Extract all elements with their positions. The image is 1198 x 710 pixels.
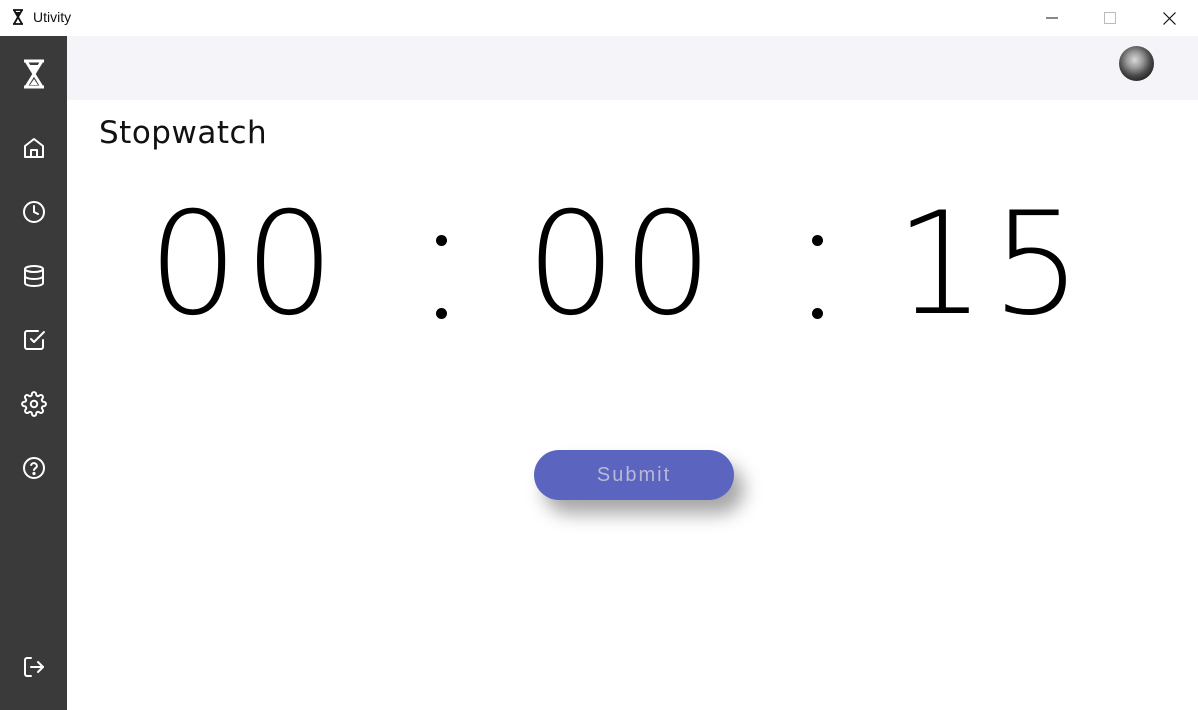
- sidebar-item-database[interactable]: [0, 256, 67, 296]
- minimize-icon: [1046, 17, 1058, 19]
- top-header: [67, 36, 1198, 100]
- checkbox-icon: [23, 330, 45, 350]
- sidebar: [0, 36, 67, 710]
- gear-icon: [20, 391, 47, 417]
- clock-icon: [22, 201, 45, 223]
- sidebar-item-help[interactable]: [0, 448, 67, 488]
- database-icon: [23, 265, 44, 288]
- sidebar-logo[interactable]: [0, 54, 67, 94]
- home-icon: [23, 138, 44, 158]
- hourglass-app-icon: [13, 9, 23, 25]
- page-title: Stopwatch: [99, 115, 268, 151]
- help-icon: [22, 457, 45, 479]
- minimize-button[interactable]: [1023, 0, 1081, 36]
- window-title: Utivity: [33, 9, 72, 25]
- title-bar: Utivity: [0, 0, 1198, 36]
- close-icon: [1162, 11, 1176, 25]
- close-button[interactable]: [1140, 0, 1198, 36]
- maximize-icon: [1104, 12, 1116, 24]
- colon-separator: [436, 235, 448, 319]
- hourglass-logo-icon: [23, 59, 44, 89]
- submit-button[interactable]: Submit: [534, 450, 734, 500]
- sidebar-item-stopwatch[interactable]: [0, 192, 67, 232]
- sidebar-item-home[interactable]: [0, 128, 67, 168]
- stopwatch-seconds: 15: [895, 182, 1088, 347]
- colon-separator: [812, 235, 824, 319]
- sidebar-item-tasks[interactable]: [0, 320, 67, 360]
- logout-icon: [23, 657, 44, 677]
- sidebar-item-settings[interactable]: [0, 384, 67, 424]
- stopwatch-minutes: 00: [526, 182, 719, 347]
- stopwatch-display: 00 00 15: [67, 185, 1198, 345]
- sidebar-item-logout[interactable]: [0, 647, 67, 687]
- maximize-button[interactable]: [1081, 0, 1139, 36]
- stopwatch-hours: 00: [148, 182, 341, 347]
- user-avatar[interactable]: [1119, 46, 1154, 81]
